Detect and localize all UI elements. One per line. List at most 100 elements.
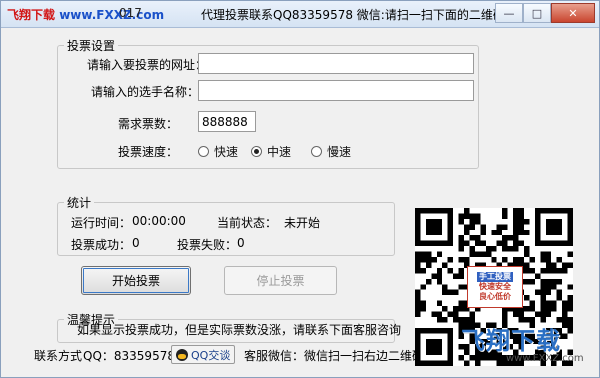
close-button[interactable]: ✕ [551,3,595,23]
qr-module [523,306,530,312]
qr-module [545,284,552,290]
qr-module [518,229,524,236]
qr-module [415,295,421,301]
watermark-top-brand: 飞翔下载 [7,8,56,22]
qr-module [442,306,448,312]
qr-module [474,235,481,241]
qr-module [502,208,508,214]
contestant-name-input[interactable] [198,80,474,101]
watermark-top-url: www.FXXZ.com [59,8,165,22]
qr-module [415,289,421,296]
qr-module [464,360,470,366]
qr-module [480,229,486,236]
runtime-value: 00:00:00 [132,214,186,228]
qr-module [556,289,563,296]
speed-slow-radio[interactable]: 慢速 [311,143,351,160]
badge-line-3: 良心低价 [479,292,511,301]
qr-module [469,224,475,230]
name-label: 请输入的选手名称： [91,85,200,99]
qq-chat-button[interactable]: QQ交谈 [171,345,236,364]
qr-module [447,289,454,296]
qr-module [469,235,475,241]
qr-module [540,267,546,274]
qr-module [540,295,546,301]
qr-module [491,257,497,263]
qr-module [556,295,563,301]
qr-module [480,224,486,230]
success-value: 0 [132,236,140,250]
qr-module [567,251,573,258]
qr-module [458,273,465,279]
qr-module [453,316,459,323]
qr-module [442,284,448,290]
qq-chat-label: QQ交谈 [191,348,231,362]
qr-module [567,284,573,290]
qr-module [458,267,465,274]
qr-module [458,246,465,252]
watermark-bottom-url: www.FXXZ.com [506,353,584,364]
vote-settings-legend: 投票设置 [67,39,116,53]
speed-fast-label: 快速 [214,145,239,159]
qr-module [540,311,546,317]
qr-module [562,311,568,317]
qr-module [458,284,465,290]
qr-center-badge: 手工投票 快速安全 良心低价 [467,266,523,308]
state-label: 当前状态： [217,216,278,230]
start-vote-button[interactable]: 开始投票 [81,266,191,295]
vote-count-input[interactable] [198,111,256,132]
qr-module [523,229,530,236]
qr-module [420,306,426,312]
qq-penguin-icon [176,348,188,361]
qr-module [436,278,443,285]
speed-fast-radio[interactable]: 快速 [198,143,238,160]
qr-module [562,322,568,328]
qr-module [523,295,530,301]
qr-module [420,257,426,263]
qr-module [513,218,519,225]
qr-module [415,267,421,274]
qr-module [464,229,470,236]
maximize-button[interactable]: □ [523,3,551,23]
url-input[interactable] [198,53,474,74]
watermark-bottom: 飞翔下载 [461,327,561,355]
stop-vote-button[interactable]: 停止投票 [224,266,337,295]
qr-module [502,246,508,252]
qr-finder-pattern [425,338,443,356]
qr-module [529,278,535,285]
qr-module [458,218,465,225]
radio-indicator [311,146,322,157]
qr-module [551,306,557,312]
qr-module [447,267,454,274]
qr-module [518,213,524,219]
qr-module [496,224,503,230]
qr-module [453,311,459,317]
qr-module [507,235,514,241]
tips-text: 如果显示投票成功，但是实际票数没涨，请联系下面客服咨询 [77,323,402,337]
qr-module [567,327,573,334]
qr-module [567,316,573,323]
title-year-fragment: 017 [119,6,142,20]
qr-module [442,262,448,268]
speed-medium-radio[interactable]: 中速 [251,143,291,160]
qr-module [545,306,552,312]
qr-module [420,267,426,274]
qr-module [545,289,552,296]
qr-module [447,257,454,263]
qr-module [534,289,541,296]
qr-module [551,284,557,290]
qr-module [523,251,530,258]
qr-module [458,235,465,241]
qr-module [469,251,475,258]
qr-module [567,295,573,301]
qr-module [502,224,508,230]
qr-module [502,235,508,241]
qr-module [420,300,426,307]
qr-module [469,218,475,225]
qr-module [485,246,492,252]
qr-module [491,246,497,252]
qr-module [420,251,426,258]
qr-module [464,208,470,214]
speed-medium-label: 中速 [267,145,292,159]
qr-module [431,257,437,263]
minimize-button[interactable]: — [495,3,523,23]
